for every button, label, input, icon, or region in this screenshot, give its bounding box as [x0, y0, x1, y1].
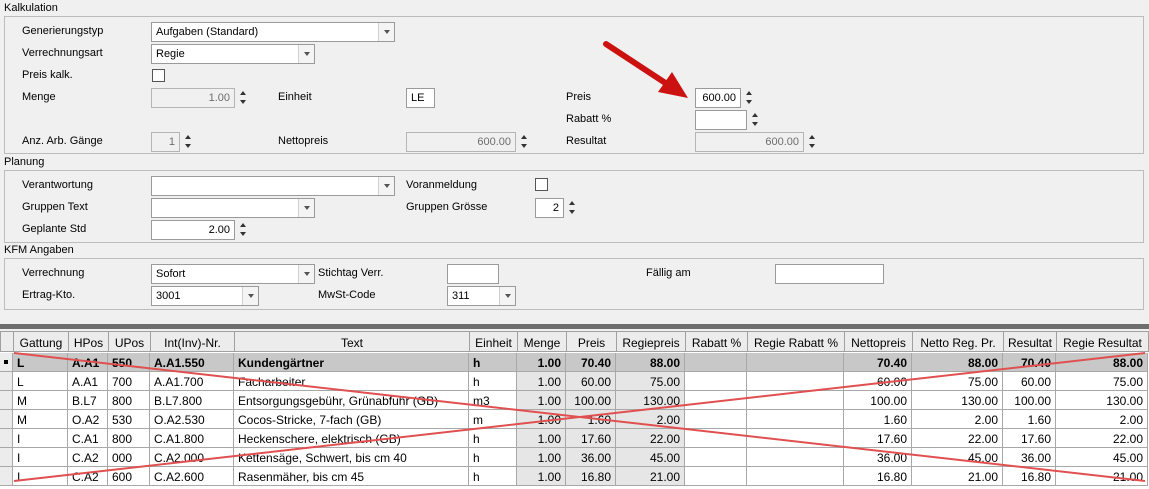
preis-spinner[interactable] [743, 88, 756, 108]
verrechnung-value: Sofort [156, 268, 186, 280]
mwst-value: 311 [452, 290, 470, 302]
ertrag-combo[interactable]: 3001 [151, 286, 259, 306]
preis-value: 600.00 [702, 92, 736, 104]
rabatt-input[interactable] [695, 110, 747, 130]
einheit-input[interactable]: LE [406, 88, 435, 108]
verantwortung-label: Verantwortung [22, 179, 93, 191]
preis-kalk-checkbox[interactable] [152, 69, 165, 82]
generierungstyp-value: Aufgaben (Standard) [156, 26, 259, 38]
verrechnung-label: Verrechnung [22, 267, 85, 279]
verantwortung-combo[interactable] [151, 176, 395, 196]
resultat-spinner[interactable] [806, 132, 819, 152]
resultat-value: 600.00 [765, 136, 799, 148]
kalkulation-panel: Generierungstyp Aufgaben (Standard) Verr… [4, 16, 1144, 154]
resultat-label: Resultat [566, 135, 607, 147]
menge-label: Menge [22, 91, 56, 103]
verrechnungsart-combo[interactable]: Regie [151, 44, 315, 64]
gruppen-text-label: Gruppen Text [22, 201, 88, 213]
gruppen-text-combo[interactable] [151, 198, 315, 218]
resultat-input[interactable]: 600.00 [695, 132, 804, 152]
planung-panel: Verantwortung Voranmeldung Gruppen Text … [4, 170, 1144, 243]
splitter-bar[interactable] [0, 324, 1149, 329]
gruppen-groesse-value: 2 [552, 202, 559, 214]
verrechnung-combo[interactable]: Sofort [151, 264, 315, 284]
gruppen-groesse-label: Gruppen Grösse [406, 201, 488, 213]
einheit-label: Einheit [278, 91, 312, 103]
generierungstyp-label: Generierungstyp [22, 25, 104, 37]
rabatt-label: Rabatt % [566, 113, 612, 125]
menge-value: 1.00 [208, 92, 230, 104]
rabatt-spinner[interactable] [749, 110, 762, 130]
nettopreis-value: 600.00 [477, 136, 511, 148]
einheit-value: LE [411, 92, 425, 104]
verrechnungsart-value: Regie [156, 48, 185, 60]
mwst-combo[interactable]: 311 [447, 286, 516, 306]
menge-input[interactable]: 1.00 [151, 88, 235, 108]
anz-arb-gaenge-input[interactable]: 1 [151, 132, 180, 152]
mwst-label: MwSt-Code [318, 289, 376, 301]
planung-heading: Planung [4, 156, 45, 168]
chevron-down-icon[interactable] [378, 23, 394, 41]
faellig-input[interactable] [775, 264, 884, 284]
voranmeldung-label: Voranmeldung [406, 179, 477, 191]
gruppen-groesse-input[interactable]: 2 [535, 198, 564, 218]
preis-label: Preis [566, 91, 592, 103]
gruppen-groesse-spinner[interactable] [566, 198, 579, 218]
chevron-down-icon[interactable] [298, 45, 314, 63]
verrechnungsart-label: Verrechnungsart [22, 47, 103, 59]
preis-input[interactable]: 600.00 [695, 88, 741, 108]
preis-kalk-label: Preis kalk. [22, 69, 73, 81]
faellig-label: Fällig am [646, 267, 691, 279]
kfm-heading: KFM Angaben [4, 244, 74, 256]
chevron-down-icon[interactable] [298, 265, 314, 283]
positions-grid[interactable]: Gattung HPos UPos Int(Inv)-Nr. Text Einheit Me… [0, 331, 1149, 489]
stichtag-input[interactable] [447, 264, 499, 284]
strike-cross-marks [13, 352, 1146, 482]
ertrag-value: 3001 [156, 290, 181, 302]
nettopreis-spinner[interactable] [518, 132, 531, 152]
geplante-std-label: Geplante Std [22, 223, 87, 235]
geplante-std-input[interactable]: 2.00 [151, 220, 235, 240]
kalkulation-heading: Kalkulation [4, 2, 58, 14]
generierungstyp-combo[interactable]: Aufgaben (Standard) [151, 22, 395, 42]
nettopreis-label: Nettopreis [278, 135, 329, 147]
kfm-panel: Verrechnung Sofort Stichtag Verr. Fällig… [4, 258, 1144, 310]
anz-arb-gaenge-spinner[interactable] [182, 132, 195, 152]
ertrag-label: Ertrag-Kto. [22, 289, 76, 301]
menge-spinner[interactable] [237, 88, 250, 108]
anz-arb-gaenge-value: 1 [168, 136, 175, 148]
annotation-arrow-icon [603, 41, 688, 98]
anz-arb-gaenge-label: Anz. Arb. Gänge [22, 135, 103, 147]
geplante-std-spinner[interactable] [237, 220, 250, 240]
voranmeldung-checkbox[interactable] [535, 178, 548, 191]
chevron-down-icon[interactable] [378, 177, 394, 195]
stichtag-label: Stichtag Verr. [318, 267, 384, 279]
chevron-down-icon[interactable] [242, 287, 258, 305]
geplante-std-value: 2.00 [208, 224, 230, 236]
chevron-down-icon[interactable] [499, 287, 515, 305]
chevron-down-icon[interactable] [298, 199, 314, 217]
nettopreis-input[interactable]: 600.00 [406, 132, 516, 152]
